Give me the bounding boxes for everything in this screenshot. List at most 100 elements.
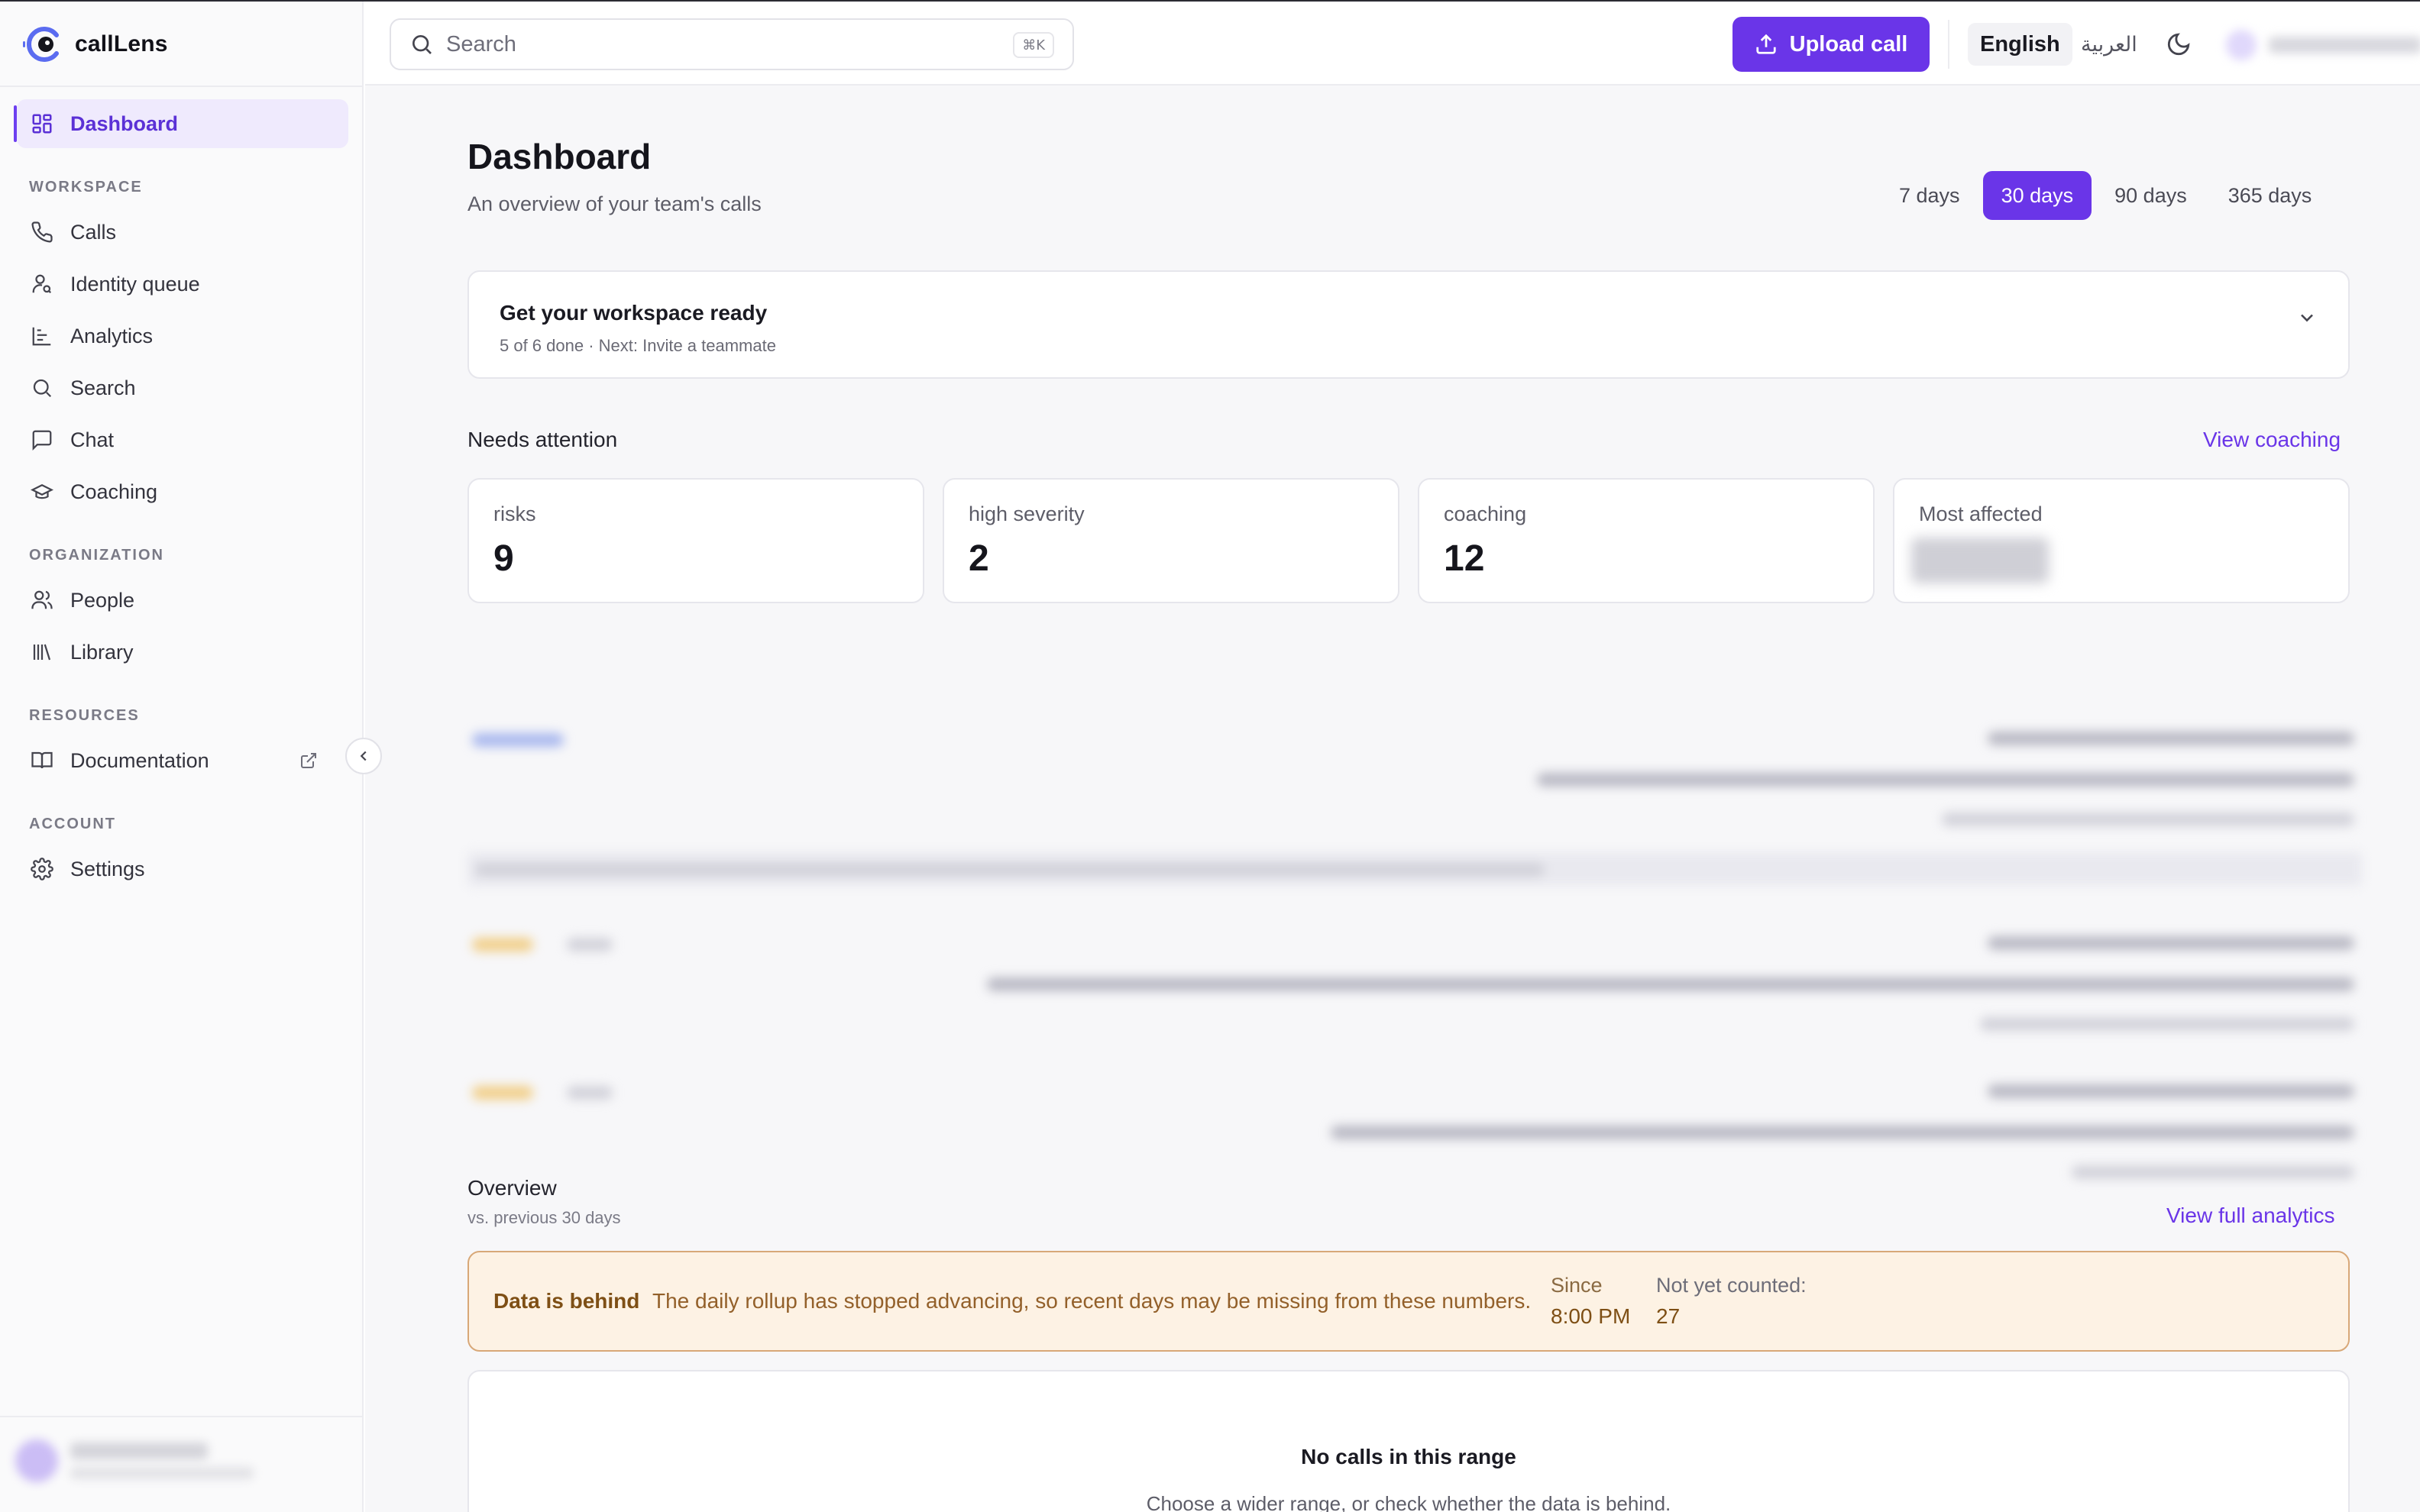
graduation-cap-icon <box>29 479 55 505</box>
range-30-days[interactable]: 30 days <box>1982 171 2092 220</box>
sidebar-item-label: Analytics <box>70 324 154 347</box>
section-label-account: ACCOUNT <box>29 816 116 832</box>
sidebar-divider <box>0 1416 362 1417</box>
sidebar-item-search[interactable]: Search <box>17 363 348 412</box>
users-icon <box>29 587 55 613</box>
search-shortcut-hint: ⌘K <box>1013 32 1054 58</box>
empty-state-subtitle: Choose a wider range, or check whether t… <box>1146 1492 1671 1512</box>
chat-bubble-icon <box>29 427 55 453</box>
empty-state-title: No calls in this range <box>1301 1445 1516 1468</box>
overview-subtitle: vs. previous 30 days <box>467 1208 621 1227</box>
header-user-menu[interactable] <box>2226 24 2420 66</box>
brand[interactable]: callLens <box>21 21 168 67</box>
top-header: ⌘K Upload call English العربية <box>365 2 2420 86</box>
view-coaching-link[interactable]: View coaching <box>2203 428 2341 452</box>
stat-label: Most affected <box>1919 502 2043 525</box>
sidebar-item-label: Settings <box>70 857 145 880</box>
sidebar-divider <box>0 86 362 87</box>
bar-chart-icon <box>29 323 55 349</box>
library-icon <box>29 639 55 665</box>
workspace-setup-card[interactable]: Get your workspace ready 5 of 6 done · N… <box>467 270 2350 379</box>
sidebar-item-settings[interactable]: Settings <box>17 845 348 893</box>
stat-card-most-affected[interactable]: Most affected <box>1893 478 2350 603</box>
sidebar-item-label: Chat <box>70 428 115 451</box>
chevron-down-icon[interactable] <box>2296 307 2318 332</box>
avatar <box>2226 30 2257 60</box>
page-title: Dashboard <box>467 137 652 176</box>
external-link-icon <box>299 751 318 775</box>
collapse-sidebar-button[interactable] <box>345 738 382 774</box>
sidebar-item-analytics[interactable]: Analytics <box>17 312 348 360</box>
sidebar-item-library[interactable]: Library <box>17 628 348 677</box>
search-icon <box>412 35 432 54</box>
search-input[interactable] <box>446 31 981 57</box>
stat-card-coaching[interactable]: coaching 12 <box>1418 478 1875 603</box>
main-content: Dashboard An overview of your team's cal… <box>365 86 2420 1512</box>
stat-label: coaching <box>1444 502 1527 525</box>
needs-attention-title: Needs attention <box>467 428 618 451</box>
layout-grid-icon <box>29 111 55 137</box>
stat-value: 9 <box>493 538 514 579</box>
gear-icon <box>29 856 55 882</box>
user-info-redacted <box>70 1443 254 1479</box>
language-arabic-button[interactable]: العربية <box>2081 23 2137 66</box>
alert-message: The daily rollup has stopped advancing, … <box>652 1289 1532 1313</box>
sidebar-item-calls[interactable]: Calls <box>17 208 348 257</box>
sidebar-item-people[interactable]: People <box>17 576 348 625</box>
upload-call-button[interactable]: Upload call <box>1732 17 1930 72</box>
user-name-redacted <box>2269 37 2420 53</box>
empty-state-card: No calls in this range Choose a wider ra… <box>467 1370 2350 1512</box>
range-7-days[interactable]: 7 days <box>1881 171 1978 220</box>
stat-value: 2 <box>969 538 989 579</box>
chevron-left-icon <box>360 751 367 761</box>
book-open-icon <box>29 748 55 774</box>
data-behind-alert: Data is behind The daily rollup has stop… <box>467 1251 2350 1352</box>
alert-pending-label: Not yet counted: <box>1656 1274 1807 1297</box>
theme-toggle-button[interactable] <box>2162 27 2195 61</box>
range-365-days[interactable]: 365 days <box>2210 171 2331 220</box>
stat-card-risks[interactable]: risks 9 <box>467 478 924 603</box>
moon-icon <box>2167 33 2190 56</box>
sidebar-item-label: Library <box>70 640 134 664</box>
app-name: callLens <box>75 31 168 57</box>
sidebar-user-profile[interactable] <box>15 1434 267 1488</box>
alert-since-label: Since <box>1551 1274 1603 1297</box>
sidebar-item-identity-queue[interactable]: Identity queue <box>17 260 348 309</box>
date-range-selector: 7 days 30 days 90 days 365 days <box>1881 171 2330 220</box>
sidebar-item-label: Coaching <box>70 480 158 503</box>
language-english-button[interactable]: English <box>1968 23 2072 66</box>
sidebar-item-label: Calls <box>70 220 117 244</box>
sidebar-item-chat[interactable]: Chat <box>17 415 348 464</box>
sidebar: callLens Dashboard WORKSPACE Calls Ident… <box>0 2 364 1512</box>
view-full-analytics-link[interactable]: View full analytics <box>2166 1203 2334 1228</box>
redacted-value <box>1911 538 2049 583</box>
sidebar-item-dashboard[interactable]: Dashboard <box>14 99 348 148</box>
sidebar-item-label: Documentation <box>70 748 209 772</box>
attention-items-list-redacted <box>467 631 2362 1211</box>
header-divider <box>1948 20 1949 69</box>
stat-label: risks <box>493 502 536 525</box>
setup-title: Get your workspace ready <box>500 301 768 325</box>
sidebar-item-label: People <box>70 588 135 612</box>
alert-title: Data is behind <box>493 1289 640 1313</box>
alert-pending-value: 27 <box>1656 1304 1681 1328</box>
sidebar-item-documentation[interactable]: Documentation <box>17 736 348 785</box>
sidebar-item-coaching[interactable]: Coaching <box>17 467 348 516</box>
sidebar-item-label: Identity queue <box>70 272 200 296</box>
section-label-organization: ORGANIZATION <box>29 547 164 564</box>
global-search[interactable]: ⌘K <box>390 18 1074 70</box>
user-search-icon <box>29 271 55 297</box>
page-subtitle: An overview of your team's calls <box>467 192 762 215</box>
stat-card-high-severity[interactable]: high severity 2 <box>943 478 1399 603</box>
overview-empty-state-card: No calls in this range Choose a wider ra… <box>467 1370 2350 1512</box>
upload-call-label: Upload call <box>1789 31 1908 57</box>
stat-value: 12 <box>1444 538 1485 579</box>
section-label-workspace: WORKSPACE <box>29 179 143 195</box>
calllens-logo-icon <box>21 23 64 66</box>
stat-label: high severity <box>969 502 1085 525</box>
upload-icon <box>1756 34 1776 54</box>
alert-since-value: 8:00 PM <box>1551 1304 1631 1328</box>
search-icon <box>29 375 55 401</box>
range-90-days[interactable]: 90 days <box>2096 171 2205 220</box>
phone-icon <box>29 219 55 245</box>
